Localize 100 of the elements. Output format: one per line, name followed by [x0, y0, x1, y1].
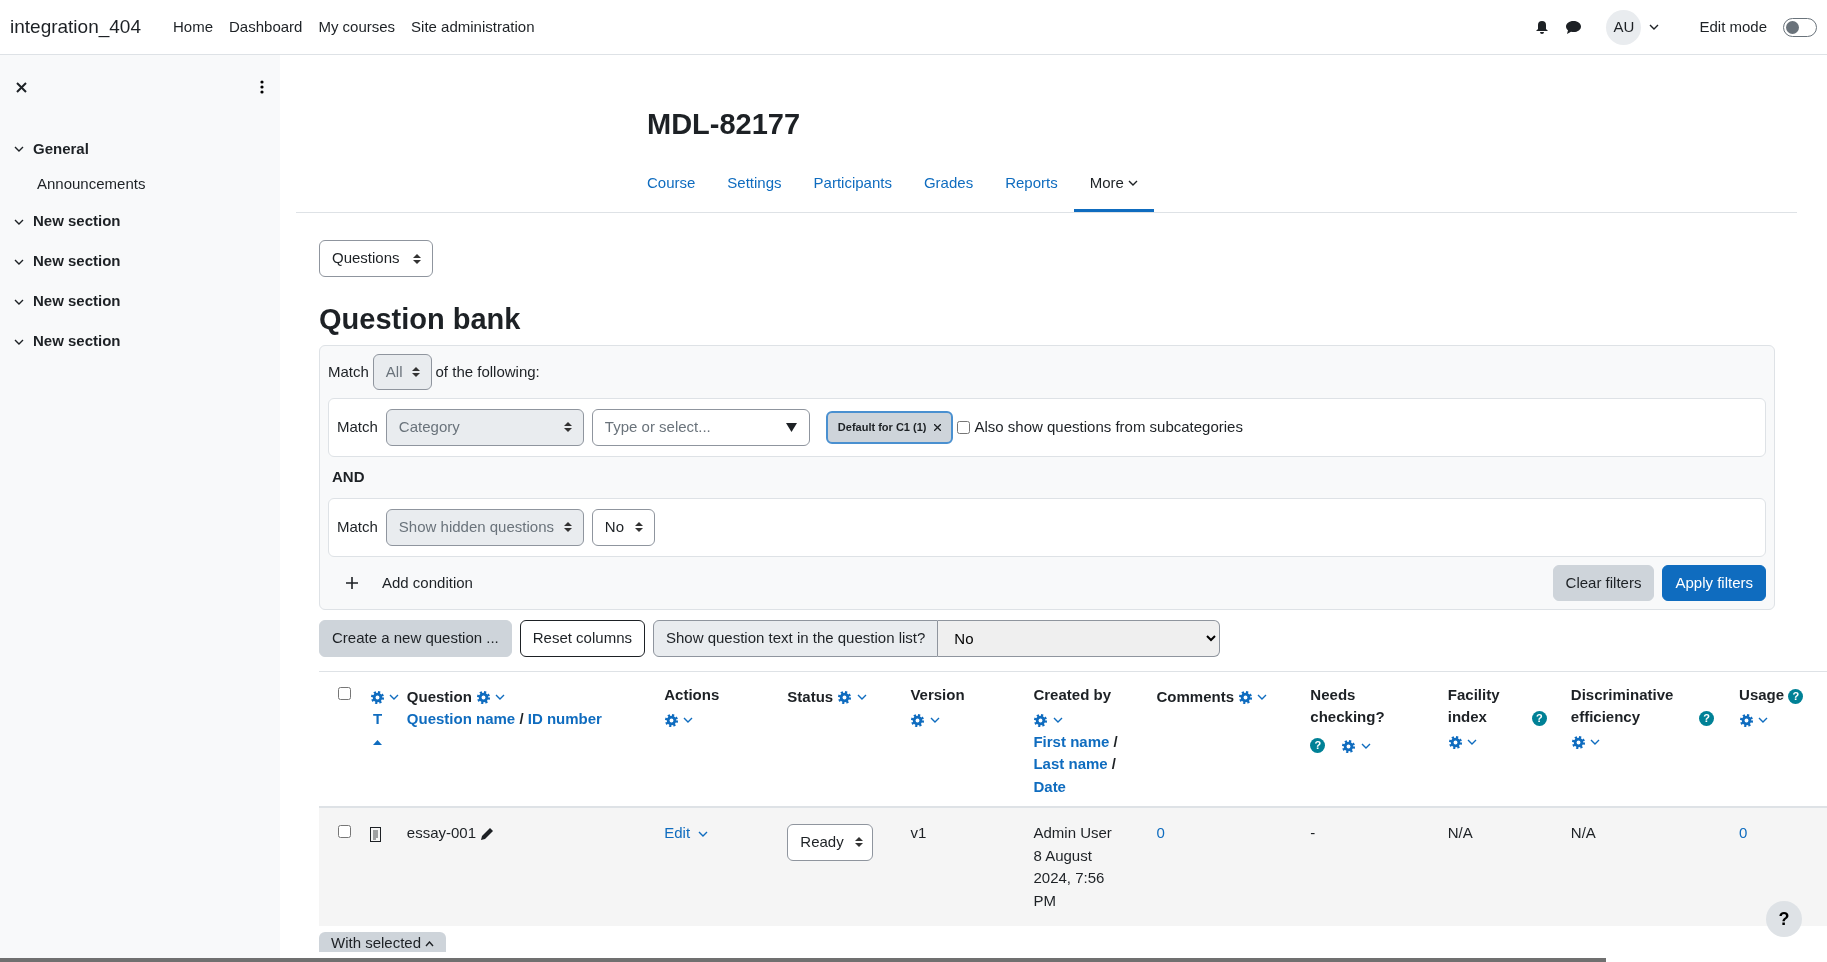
chevron-icon — [495, 694, 506, 702]
value-select[interactable]: No — [591, 509, 656, 546]
gear-icon[interactable] — [1570, 735, 1586, 751]
course-tab[interactable]: Grades — [907, 159, 990, 213]
sort-link[interactable]: Last name — [1033, 755, 1108, 773]
section-link[interactable]: New section — [33, 210, 121, 233]
match-label: Match — [337, 417, 378, 438]
field-select[interactable]: Category — [385, 409, 584, 446]
horizontal-scrollbar[interactable] — [0, 958, 1606, 962]
expand-icon[interactable] — [14, 146, 24, 154]
section-link[interactable]: New section — [33, 290, 121, 313]
chat-icon[interactable] — [1565, 19, 1583, 35]
match-suffix: of the following: — [435, 361, 540, 382]
category-field[interactable]: Type or select... — [591, 409, 810, 446]
course-tab[interactable]: Course — [631, 159, 712, 213]
category-tag[interactable]: Default for C1 (1) — [825, 411, 954, 444]
bell-icon[interactable] — [1535, 19, 1550, 35]
user-avatar[interactable]: AU — [1606, 9, 1642, 45]
section-link[interactable]: New section — [33, 330, 121, 353]
apply-filters-button[interactable]: Apply filters — [1662, 564, 1766, 602]
edit-mode-toggle[interactable] — [1783, 17, 1817, 37]
column-title: Comments — [1156, 686, 1235, 707]
chevron-icon — [856, 694, 867, 702]
edit-mode-label: Edit mode — [1699, 16, 1767, 37]
expand-icon[interactable] — [14, 258, 24, 266]
field-select[interactable]: Show hidden questions — [385, 509, 584, 546]
chevron-icon — [1360, 743, 1371, 751]
sort-link[interactable]: ID number — [527, 710, 602, 728]
gear-icon[interactable] — [664, 712, 680, 728]
essay-type-icon — [369, 826, 381, 842]
comments-link[interactable]: 0 — [1156, 824, 1165, 842]
with-selected-button[interactable]: With selected — [319, 932, 447, 953]
gear-icon[interactable] — [476, 690, 492, 706]
expand-icon[interactable] — [14, 298, 24, 306]
column-title: Actions — [664, 684, 720, 705]
separator: / — [1113, 732, 1118, 750]
select-all-checkbox[interactable] — [338, 686, 351, 700]
nav-link[interactable]: Site administration — [411, 15, 535, 39]
help-icon[interactable]: ? — [1699, 711, 1714, 727]
column-title: Facility index — [1447, 684, 1501, 728]
course-tab[interactable]: Reports — [989, 159, 1074, 213]
help-icon[interactable]: ? — [1531, 711, 1547, 727]
table-cell: N/A — [1570, 824, 1596, 842]
course-tab[interactable]: Settings — [711, 159, 798, 213]
question-name: essay-001 — [406, 824, 477, 842]
match-label: Match — [337, 517, 378, 538]
course-tab[interactable]: Participants — [797, 159, 908, 213]
status-select[interactable]: Ready — [787, 824, 873, 861]
expand-icon[interactable] — [14, 338, 24, 346]
edit-menu-link[interactable]: Edit — [664, 824, 709, 842]
gear-icon[interactable] — [910, 712, 926, 728]
separator: / — [1111, 755, 1116, 773]
chevron-icon — [683, 716, 694, 724]
show-text-select[interactable]: No — [938, 620, 1221, 657]
help-icon[interactable]: ? — [1310, 737, 1326, 753]
page-select[interactable]: Questions — [319, 240, 433, 277]
column-title: Created by — [1033, 684, 1111, 705]
remove-icon[interactable] — [934, 423, 942, 431]
gear-icon[interactable] — [1447, 735, 1463, 751]
clear-filters-button[interactable]: Clear filters — [1552, 564, 1655, 602]
match-label: Match — [328, 361, 369, 382]
chevron-icon — [1052, 716, 1063, 724]
expand-icon[interactable] — [14, 218, 24, 226]
sort-link[interactable]: Question name — [406, 710, 516, 728]
gear-icon[interactable] — [1238, 690, 1254, 706]
nav-link[interactable]: My courses — [318, 15, 396, 39]
pencil-icon[interactable] — [480, 827, 495, 842]
close-icon[interactable] — [16, 81, 27, 93]
creator-name: Admin User — [1033, 823, 1113, 844]
column-title: Status — [787, 686, 834, 707]
help-button[interactable]: ? — [1766, 901, 1802, 937]
sort-link[interactable]: Date — [1033, 777, 1066, 795]
plus-icon[interactable] — [346, 576, 358, 589]
chevron-icon — [1128, 180, 1138, 188]
more-options-icon[interactable] — [260, 80, 264, 94]
reset-columns-button[interactable]: Reset columns — [519, 620, 645, 657]
help-icon[interactable]: ? — [1788, 688, 1804, 704]
chevron-icon — [389, 694, 400, 702]
course-tab[interactable]: More — [1073, 159, 1154, 213]
nav-link[interactable]: Home — [173, 15, 213, 39]
match-select[interactable]: All — [372, 353, 432, 391]
site-name[interactable]: integration_404 — [10, 12, 141, 42]
column-title: Needs checking? — [1310, 684, 1386, 728]
add-condition-link[interactable]: Add condition — [382, 571, 473, 595]
nav-link[interactable]: Dashboard — [229, 15, 303, 39]
checkbox[interactable] — [957, 420, 971, 434]
gear-icon[interactable] — [1033, 712, 1049, 728]
row-checkbox[interactable] — [338, 825, 351, 839]
create-question-button[interactable]: Create a new question ... — [319, 620, 512, 657]
activity-link[interactable]: Announcements — [37, 175, 146, 192]
gear-icon[interactable] — [369, 690, 385, 706]
sort-link[interactable]: T — [372, 710, 383, 728]
usage-link[interactable]: 0 — [1739, 824, 1748, 842]
sort-link[interactable]: First name — [1033, 732, 1110, 750]
section-link[interactable]: New section — [33, 250, 121, 273]
section-link[interactable]: General — [33, 137, 89, 161]
chevron-icon — [425, 941, 435, 948]
gear-icon[interactable] — [1341, 739, 1357, 755]
gear-icon[interactable] — [1739, 712, 1755, 728]
gear-icon[interactable] — [837, 690, 853, 706]
